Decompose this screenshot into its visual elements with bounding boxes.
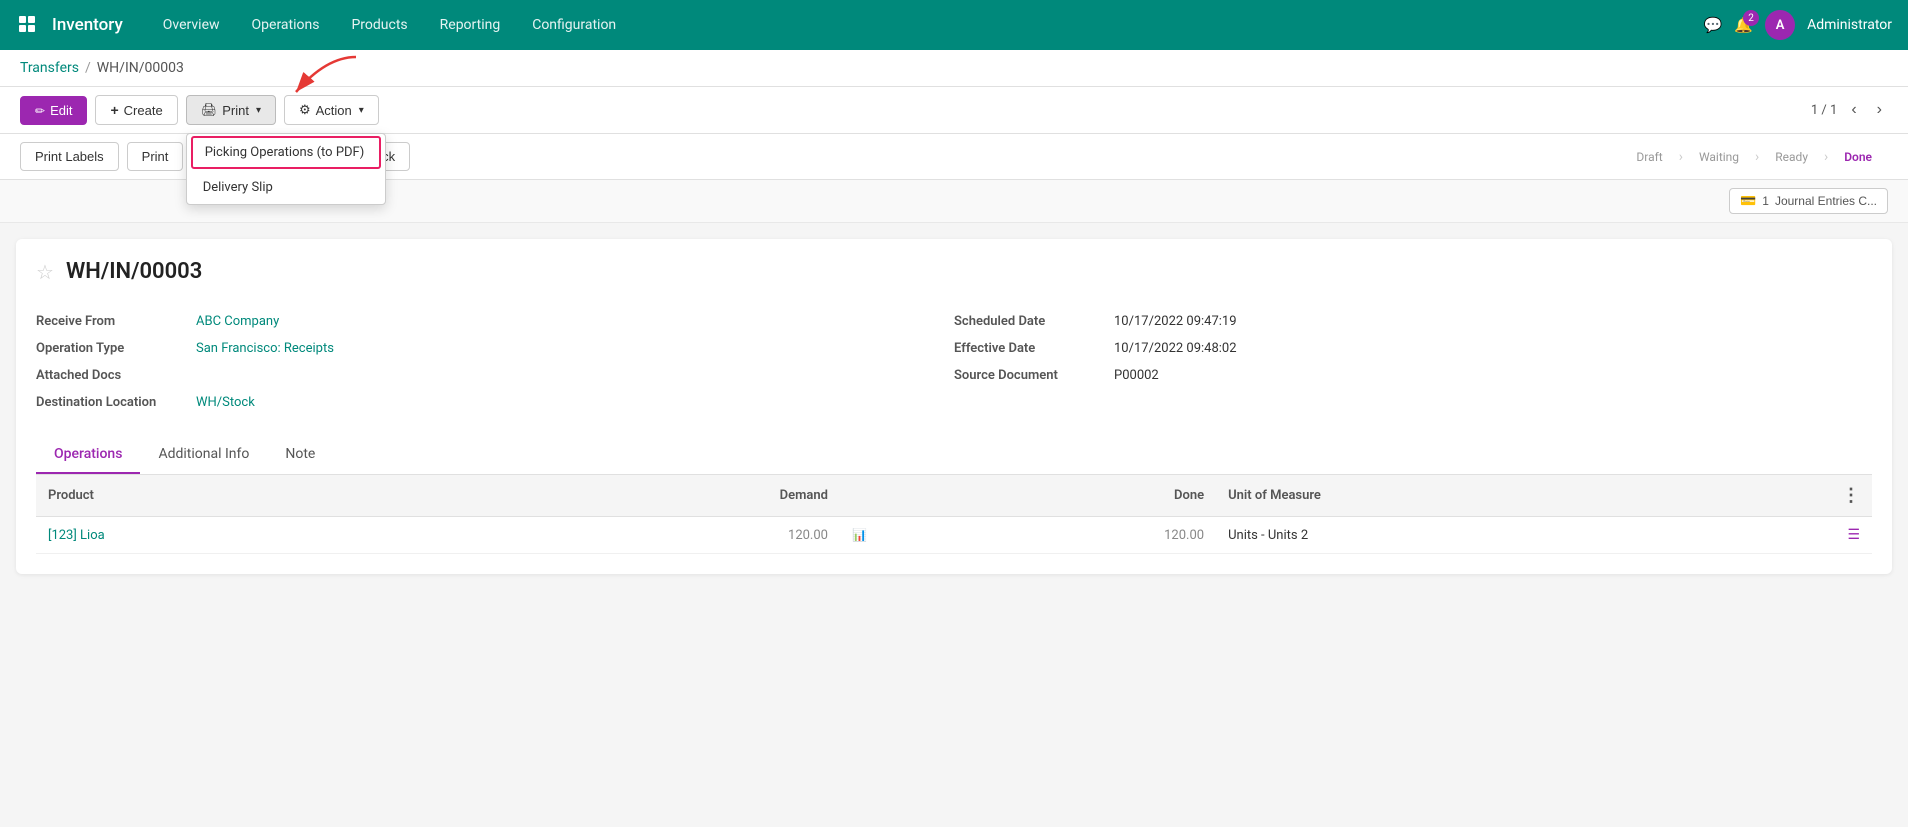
- journal-count: 1: [1762, 194, 1769, 208]
- label-attached-docs: Attached Docs: [36, 368, 196, 383]
- breadcrumb-separator: /: [85, 60, 91, 76]
- user-name: Administrator: [1807, 17, 1892, 33]
- value-destination-location[interactable]: WH/Stock: [196, 395, 255, 410]
- value-scheduled-date: 10/17/2022 09:47:19: [1114, 314, 1237, 329]
- pipeline-waiting[interactable]: Waiting: [1683, 145, 1755, 169]
- print-menu-item-picking[interactable]: Picking Operations (to PDF): [191, 136, 381, 169]
- field-attached-docs: Attached Docs: [36, 362, 954, 389]
- print-button[interactable]: Print ▾: [186, 95, 276, 125]
- col-demand: Demand: [460, 475, 840, 517]
- value-operation-type[interactable]: San Francisco: Receipts: [196, 341, 334, 356]
- cell-row-actions[interactable]: [1830, 517, 1872, 554]
- label-receive-from: Receive From: [36, 314, 196, 329]
- table-more-icon[interactable]: ⋮: [1842, 485, 1860, 506]
- nav-right-section: 2 A Administrator: [1704, 10, 1892, 40]
- red-arrow: [276, 47, 366, 107]
- pager-next-button[interactable]: ›: [1871, 99, 1888, 121]
- print-menu-item-delivery[interactable]: Delivery Slip: [187, 171, 385, 204]
- pipeline-draft[interactable]: Draft: [1620, 145, 1678, 169]
- record-title: WH/IN/00003: [66, 259, 202, 284]
- create-button[interactable]: Create: [95, 95, 177, 125]
- tabs-section: Operations Additional Info Note Product …: [36, 436, 1872, 554]
- journal-label: Journal Entries C...: [1775, 194, 1877, 208]
- row-list-icon: [1847, 528, 1860, 543]
- tab-note[interactable]: Note: [267, 436, 333, 474]
- left-fields: Receive From ABC Company Operation Type …: [36, 308, 954, 416]
- cell-product[interactable]: [123] Lioa: [36, 517, 460, 554]
- print-chevron-icon: ▾: [256, 105, 261, 116]
- nav-configuration[interactable]: Configuration: [520, 11, 628, 39]
- chat-button[interactable]: [1704, 16, 1723, 34]
- col-chart: [840, 475, 880, 517]
- table-row: [123] Lioa 120.00 120.00 Units - Units 2: [36, 517, 1872, 554]
- cell-done: 120.00: [880, 517, 1216, 554]
- tab-list: Operations Additional Info Note: [36, 436, 1872, 475]
- action-bar: Edit Create Print ▾ Picking Operations (…: [0, 87, 1908, 134]
- label-operation-type: Operation Type: [36, 341, 196, 356]
- col-actions: ⋮: [1830, 475, 1872, 517]
- journal-entries-button[interactable]: 1 Journal Entries C...: [1729, 188, 1888, 214]
- pager-text: 1 / 1: [1811, 103, 1837, 118]
- pipeline-steps: Draft › Waiting › Ready › Done: [1620, 145, 1888, 169]
- cell-demand: 120.00: [460, 517, 840, 554]
- demand-chart-icon: [852, 528, 867, 543]
- label-source-document: Source Document: [954, 368, 1114, 383]
- print-icon: [201, 102, 218, 118]
- nav-reporting[interactable]: Reporting: [428, 11, 513, 39]
- cell-chart-icon[interactable]: [840, 517, 880, 554]
- value-source-document: P00002: [1114, 368, 1159, 383]
- print-labels-button[interactable]: Print Labels: [20, 142, 119, 171]
- nav-overview[interactable]: Overview: [151, 11, 232, 39]
- nav-products[interactable]: Products: [339, 11, 419, 39]
- col-done: Done: [880, 475, 1216, 517]
- field-source-document: Source Document P00002: [954, 362, 1872, 389]
- pipeline-done[interactable]: Done: [1828, 145, 1888, 169]
- print-btn[interactable]: Print: [127, 142, 184, 171]
- chat-icon: [1704, 18, 1723, 34]
- value-effective-date: 10/17/2022 09:48:02: [1114, 341, 1237, 356]
- edit-icon: [35, 103, 45, 118]
- table-header-row: Product Demand Done Unit of Measure ⋮: [36, 475, 1872, 517]
- col-product: Product: [36, 475, 460, 517]
- notification-button[interactable]: 2: [1734, 16, 1753, 34]
- col-unit-of-measure: Unit of Measure: [1216, 475, 1830, 517]
- field-scheduled-date: Scheduled Date 10/17/2022 09:47:19: [954, 308, 1872, 335]
- breadcrumb-current: WH/IN/00003: [97, 60, 184, 76]
- main-content: ☆ WH/IN/00003 Receive From ABC Company O…: [16, 239, 1892, 574]
- pipeline-ready[interactable]: Ready: [1759, 145, 1824, 169]
- cell-unit-of-measure: Units - Units 2: [1216, 517, 1830, 554]
- app-grid-icon[interactable]: [16, 13, 40, 37]
- label-scheduled-date: Scheduled Date: [954, 314, 1114, 329]
- record-title-row: ☆ WH/IN/00003: [36, 259, 1872, 284]
- field-receive-from: Receive From ABC Company: [36, 308, 954, 335]
- right-fields: Scheduled Date 10/17/2022 09:47:19 Effec…: [954, 308, 1872, 416]
- label-effective-date: Effective Date: [954, 341, 1114, 356]
- breadcrumb-parent[interactable]: Transfers: [20, 60, 79, 76]
- field-destination-location: Destination Location WH/Stock: [36, 389, 954, 416]
- field-operation-type: Operation Type San Francisco: Receipts: [36, 335, 954, 362]
- operations-table: Product Demand Done Unit of Measure ⋮ [1…: [36, 475, 1872, 554]
- notification-badge: 2: [1743, 10, 1759, 26]
- wallet-icon: [1740, 193, 1756, 209]
- tab-additional-info[interactable]: Additional Info: [140, 436, 267, 474]
- favorite-star-icon[interactable]: ☆: [36, 260, 54, 284]
- app-title: Inventory: [52, 15, 123, 35]
- pager: 1 / 1 ‹ ›: [1811, 99, 1888, 121]
- plus-icon: [110, 102, 118, 118]
- print-dropdown-menu: Picking Operations (to PDF) Delivery Sli…: [186, 133, 386, 205]
- label-destination-location: Destination Location: [36, 395, 196, 410]
- fields-grid: Receive From ABC Company Operation Type …: [36, 308, 1872, 416]
- edit-button[interactable]: Edit: [20, 96, 87, 125]
- field-effective-date: Effective Date 10/17/2022 09:48:02: [954, 335, 1872, 362]
- nav-operations[interactable]: Operations: [240, 11, 332, 39]
- user-avatar: A: [1765, 10, 1795, 40]
- print-section: Print ▾ Picking Operations (to PDF) Deli…: [186, 95, 276, 125]
- pager-prev-button[interactable]: ‹: [1845, 99, 1862, 121]
- tab-operations[interactable]: Operations: [36, 436, 140, 474]
- value-receive-from[interactable]: ABC Company: [196, 314, 279, 329]
- top-navigation: Inventory Overview Operations Products R…: [0, 0, 1908, 50]
